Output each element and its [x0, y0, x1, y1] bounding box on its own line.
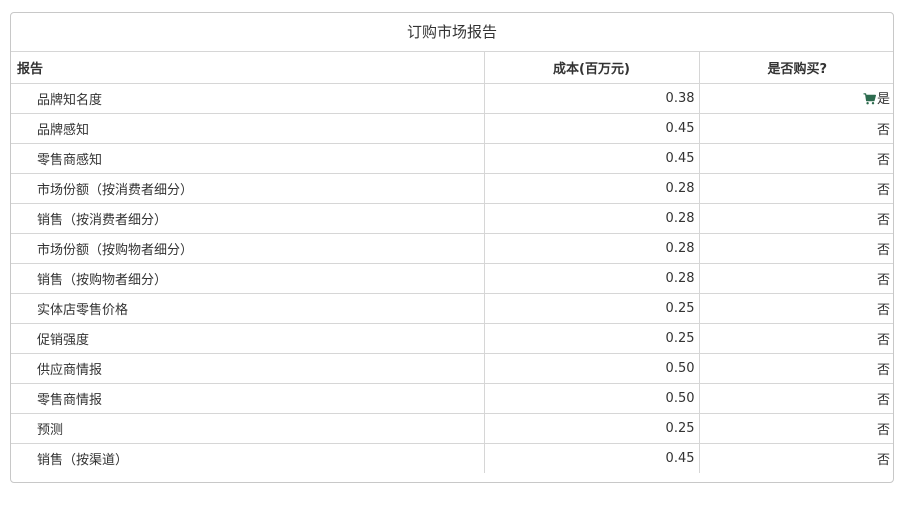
report-name-cell: 供应商情报: [11, 353, 484, 384]
purchase-toggle-cell[interactable]: 否: [698, 143, 893, 174]
purchase-value: 否: [876, 422, 890, 438]
purchase-toggle-cell[interactable]: 否: [698, 263, 893, 294]
column-header-report: 报告: [11, 52, 484, 84]
table-row: 品牌知名度 0.38 是: [11, 83, 893, 114]
report-cost-cell: 0.28: [483, 203, 699, 234]
purchase-value: 否: [876, 392, 890, 408]
table-row: 零售商感知 0.45 否: [11, 143, 893, 174]
table-row: 销售（按购物者细分） 0.28 否: [11, 263, 893, 294]
report-name-cell: 销售（按渠道）: [37, 452, 129, 468]
purchase-toggle-cell[interactable]: 否: [698, 323, 893, 354]
purchase-value: 否: [876, 152, 890, 168]
report-name-cell: 促销强度: [11, 323, 484, 354]
table-row: 市场份额（按购物者细分） 0.28 否: [11, 233, 893, 264]
purchase-value: 否: [876, 182, 890, 198]
purchase-toggle-cell[interactable]: 是: [698, 83, 893, 114]
report-name-cell: 市场份额（按购物者细分）: [11, 233, 484, 264]
report-cost-cell: 0.38: [483, 83, 699, 114]
table-row: 品牌感知 0.45 否: [11, 113, 893, 144]
purchase-value: 是: [876, 91, 890, 107]
table-row: 市场份额（按消费者细分） 0.28 否: [11, 173, 893, 204]
report-cost-cell: 0.45: [483, 113, 699, 144]
table-row: 销售（按消费者细分） 0.28 否: [11, 203, 893, 234]
table-row: 预测 0.25 否: [11, 413, 893, 444]
report-name-cell: 品牌知名度: [11, 83, 484, 114]
table-row: 销售（按渠道） 0.45 否: [11, 443, 893, 473]
report-cost-cell: 0.28: [483, 233, 699, 264]
table-row: 实体店零售价格 0.25 否: [11, 293, 893, 324]
report-name-cell: 零售商感知: [11, 143, 484, 174]
report-name-cell: 品牌感知: [11, 113, 484, 144]
purchase-toggle-cell[interactable]: 否: [698, 233, 893, 264]
column-header-cost: 成本(百万元): [483, 52, 699, 84]
purchase-value: 否: [876, 242, 890, 258]
purchase-toggle-cell[interactable]: 否: [698, 113, 893, 144]
column-header-purchase: 是否购买?: [698, 52, 893, 84]
purchase-toggle-cell[interactable]: 否: [698, 353, 893, 384]
report-name-cell: 预测: [11, 413, 484, 444]
table-row: 零售商情报 0.50 否: [11, 383, 893, 414]
report-name-cell: 零售商情报: [11, 383, 484, 414]
report-cost-cell: 0.50: [483, 383, 699, 414]
report-cost-cell: 0.50: [483, 353, 699, 384]
purchase-value: 否: [876, 122, 890, 138]
purchase-value: 否: [876, 302, 890, 318]
report-cost-cell: 0.45: [483, 443, 699, 473]
report-cost-cell: 0.25: [483, 413, 699, 444]
report-cost-cell: 0.25: [483, 293, 699, 324]
purchase-value: 否: [876, 452, 890, 468]
report-cost-cell: 0.45: [483, 143, 699, 174]
report-name-cell: 市场份额（按消费者细分）: [11, 173, 484, 204]
report-name-cell: 销售（按购物者细分）: [11, 263, 484, 294]
purchase-value: 否: [876, 212, 890, 228]
purchase-toggle-cell[interactable]: 否: [698, 203, 893, 234]
shopping-cart-icon: [863, 92, 876, 109]
report-name-cell: 销售（按消费者细分）: [11, 203, 484, 234]
panel-title: 订购市场报告: [11, 13, 893, 52]
market-reports-panel: 订购市场报告 报告 成本(百万元) 是否购买? 品牌知名度 0.38 是品牌感知 0.…: [10, 12, 894, 483]
table-row: 促销强度 0.25 否: [11, 323, 893, 354]
table-header-row: 报告 成本(百万元) 是否购买?: [11, 52, 893, 84]
purchase-value: 否: [876, 272, 890, 288]
purchase-value: 否: [876, 332, 890, 348]
purchase-toggle-cell[interactable]: 否: [698, 173, 893, 204]
reports-table: 报告 成本(百万元) 是否购买? 品牌知名度 0.38 是品牌感知 0.45 否零售商感…: [11, 52, 893, 473]
report-cost-cell: 0.28: [483, 173, 699, 204]
purchase-toggle-cell[interactable]: 否: [698, 413, 893, 444]
purchase-toggle-cell[interactable]: 否: [698, 293, 893, 324]
purchase-toggle-cell[interactable]: 否: [698, 443, 893, 473]
report-cost-cell: 0.25: [483, 323, 699, 354]
report-cost-cell: 0.28: [483, 263, 699, 294]
purchase-toggle-cell[interactable]: 否: [698, 383, 893, 414]
report-name-cell: 实体店零售价格: [11, 293, 484, 324]
purchase-value: 否: [876, 362, 890, 378]
table-row: 供应商情报 0.50 否: [11, 353, 893, 384]
